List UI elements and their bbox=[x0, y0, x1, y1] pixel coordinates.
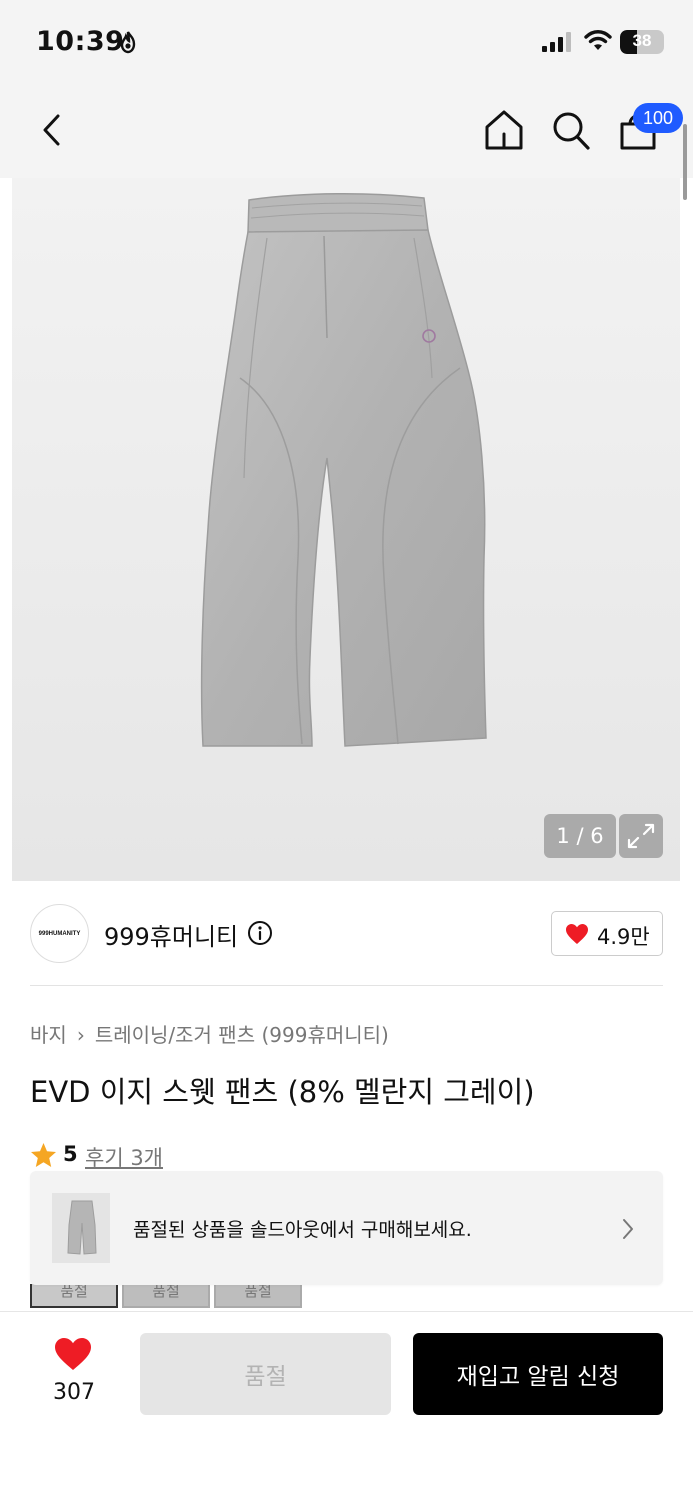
brand-like-count: 4.9만 bbox=[597, 925, 650, 949]
wifi-icon bbox=[584, 30, 612, 50]
wishlist-count: 307 bbox=[53, 1380, 95, 1405]
restock-alert-button[interactable]: 재입고 알림 신청 bbox=[413, 1333, 663, 1415]
expand-icon[interactable] bbox=[619, 814, 663, 858]
option-chip-label: 품절 bbox=[152, 1284, 180, 1300]
expand-arrows-icon bbox=[627, 823, 655, 849]
product-photo-pants bbox=[200, 192, 487, 747]
divider bbox=[30, 985, 663, 986]
cart-count-badge[interactable]: 100 bbox=[633, 103, 683, 133]
soldout-banner[interactable]: 품절된 상품을 솔드아웃에서 구매해보세요. bbox=[30, 1171, 663, 1285]
flame-icon bbox=[120, 31, 136, 54]
product-image[interactable] bbox=[12, 178, 680, 881]
brand-name[interactable]: 999휴머니티 bbox=[104, 917, 238, 952]
brand-like-button[interactable]: 4.9만 bbox=[551, 911, 663, 956]
option-chip[interactable]: 품절 bbox=[30, 1284, 118, 1308]
soldout-button[interactable]: 품절 bbox=[140, 1333, 391, 1415]
star-icon bbox=[31, 1143, 56, 1167]
option-chip-label: 품절 bbox=[60, 1284, 88, 1300]
brand-logo[interactable]: 999HUMANITY bbox=[30, 904, 89, 963]
breadcrumb: 바지 › 트레이닝/조거 팬츠 (999휴머니티) bbox=[30, 1019, 389, 1048]
bottom-bar-divider bbox=[0, 1311, 693, 1312]
breadcrumb-item-category[interactable]: 바지 bbox=[30, 1023, 67, 1047]
chevron-right-icon bbox=[623, 1219, 633, 1239]
chevron-right-icon: › bbox=[76, 1023, 85, 1047]
home-icon[interactable] bbox=[482, 108, 526, 152]
scrollbar-thumb[interactable] bbox=[683, 124, 687, 200]
breadcrumb-item-subcategory[interactable]: 트레이닝/조거 팬츠 (999휴머니티) bbox=[95, 1023, 389, 1047]
heart-icon bbox=[566, 924, 588, 944]
banner-thumbnail-pants bbox=[67, 1200, 97, 1255]
banner-thumbnail bbox=[52, 1193, 110, 1263]
back-arrow-icon[interactable] bbox=[34, 110, 74, 150]
battery-text: 38 bbox=[632, 31, 652, 50]
info-icon[interactable] bbox=[247, 920, 273, 946]
status-bar: 10:39 38 bbox=[0, 0, 693, 88]
signal-icon bbox=[542, 32, 571, 52]
wishlist-heart-icon[interactable] bbox=[54, 1337, 92, 1371]
product-title: EVD 이지 스웻 팬츠 (8% 멜란지 그레이) bbox=[30, 1075, 535, 1109]
rating-value: 5 bbox=[63, 1142, 78, 1166]
search-icon[interactable] bbox=[550, 108, 592, 152]
status-time: 10:39 bbox=[36, 26, 125, 57]
option-chip-label: 품절 bbox=[244, 1284, 272, 1300]
review-count-link[interactable]: 후기 3개 bbox=[85, 1142, 163, 1172]
brand-logo-text: 999HUMANITY bbox=[38, 930, 81, 937]
top-nav-bar bbox=[0, 88, 693, 178]
battery-icon: 38 bbox=[620, 30, 664, 54]
banner-text: 품절된 상품을 솔드아웃에서 구매해보세요. bbox=[133, 1219, 472, 1241]
option-chip[interactable]: 품절 bbox=[122, 1284, 210, 1308]
option-chip[interactable]: 품절 bbox=[214, 1284, 302, 1308]
image-page-indicator: 1 / 6 bbox=[544, 814, 616, 858]
